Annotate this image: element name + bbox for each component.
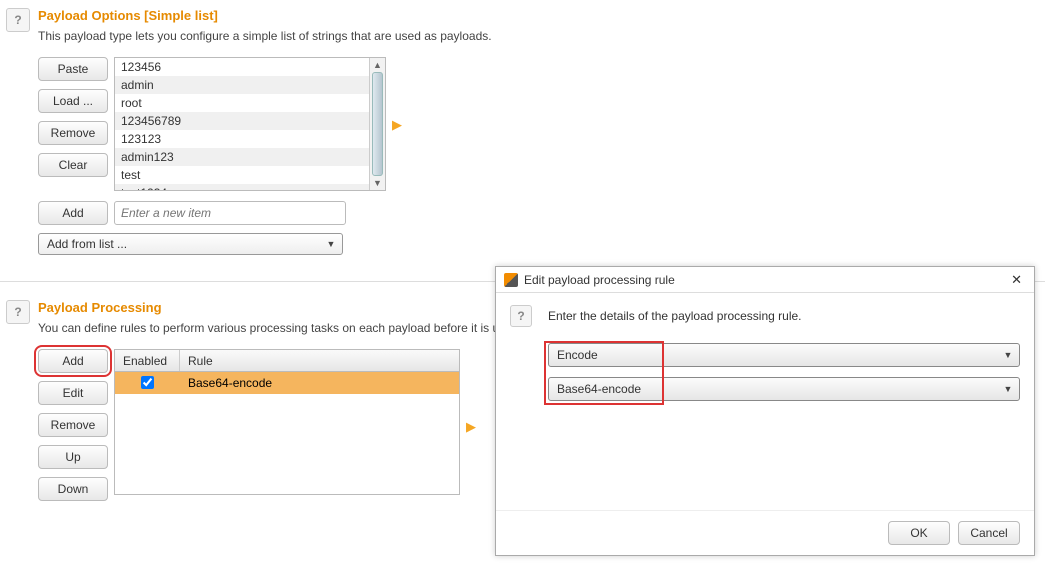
chevron-down-icon: ▼ [1001, 384, 1015, 394]
caret-right-icon: ▶ [466, 419, 476, 435]
list-item[interactable]: test1234 [115, 184, 385, 191]
list-item[interactable]: test [115, 166, 385, 184]
scrollbar[interactable]: ▲ ▼ [369, 58, 385, 190]
list-item[interactable]: admin123 [115, 148, 385, 166]
load-button[interactable]: Load ... [38, 89, 108, 113]
scroll-up-icon[interactable]: ▲ [370, 58, 385, 72]
rule-cell: Base64-encode [180, 376, 459, 390]
dialog-title: Edit payload processing rule [524, 273, 675, 287]
chevron-down-icon: ▼ [1001, 350, 1015, 360]
add-from-list-select[interactable]: Add from list ... ▼ [38, 233, 343, 255]
column-header-rule[interactable]: Rule [180, 350, 459, 371]
scroll-down-icon[interactable]: ▼ [370, 176, 385, 190]
chevron-down-icon: ▼ [324, 239, 338, 249]
list-item[interactable]: 123456 [115, 58, 385, 76]
add-payload-button[interactable]: Add [38, 201, 108, 225]
list-item[interactable]: root [115, 94, 385, 112]
list-item[interactable]: 123123 [115, 130, 385, 148]
up-button[interactable]: Up [38, 445, 108, 469]
scroll-thumb[interactable] [372, 72, 383, 176]
add-rule-button[interactable]: Add [38, 349, 108, 373]
ok-button[interactable]: OK [888, 521, 950, 545]
clear-button[interactable]: Clear [38, 153, 108, 177]
close-icon[interactable]: ✕ [1007, 272, 1026, 288]
edit-rule-dialog: Edit payload processing rule ✕ ? Enter t… [495, 266, 1035, 556]
down-button[interactable]: Down [38, 477, 108, 501]
rule-enabled-checkbox[interactable] [141, 376, 154, 389]
rule-subtype-value: Base64-encode [557, 382, 641, 396]
dialog-desc: Enter the details of the payload process… [548, 309, 1018, 323]
app-icon [504, 273, 518, 287]
list-item[interactable]: admin [115, 76, 385, 94]
help-icon[interactable]: ? [6, 8, 30, 32]
rule-type-value: Encode [557, 348, 598, 362]
help-icon[interactable]: ? [6, 300, 30, 324]
payload-options-title: Payload Options [Simple list] [38, 8, 1045, 23]
rule-type-select[interactable]: Encode ▼ [548, 343, 1020, 367]
rule-subtype-select[interactable]: Base64-encode ▼ [548, 377, 1020, 401]
help-icon[interactable]: ? [510, 305, 532, 327]
edit-rule-button[interactable]: Edit [38, 381, 108, 405]
caret-right-icon: ▶ [392, 117, 402, 133]
paste-button[interactable]: Paste [38, 57, 108, 81]
list-item[interactable]: 123456789 [115, 112, 385, 130]
cancel-button[interactable]: Cancel [958, 521, 1020, 545]
table-row[interactable]: Base64-encode [115, 372, 459, 394]
remove-rule-button[interactable]: Remove [38, 413, 108, 437]
new-item-input[interactable] [114, 201, 346, 225]
add-from-list-label: Add from list ... [47, 237, 127, 251]
dialog-titlebar[interactable]: Edit payload processing rule ✕ [496, 267, 1034, 293]
processing-rules-table: Enabled Rule Base64-encode [114, 349, 460, 495]
payload-options-desc: This payload type lets you configure a s… [38, 29, 1045, 43]
remove-payload-button[interactable]: Remove [38, 121, 108, 145]
column-header-enabled[interactable]: Enabled [115, 350, 180, 371]
payload-list[interactable]: 123456 admin root 123456789 123123 admin… [114, 57, 386, 191]
